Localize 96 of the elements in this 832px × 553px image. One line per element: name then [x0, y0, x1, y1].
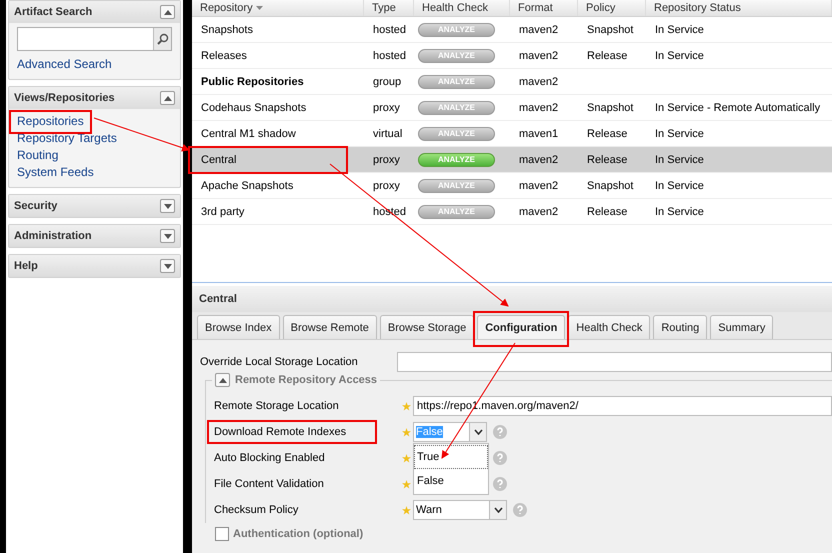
table-cell-text: Snapshot: [586, 102, 634, 114]
column-header[interactable]: Policy: [586, 1, 616, 15]
search-icon: [156, 33, 168, 45]
section-title: Authentication (optional): [233, 528, 364, 540]
panel-title: Central: [199, 293, 237, 305]
field-label: Auto Blocking Enabled: [214, 452, 326, 464]
tab[interactable]: Summary: [710, 315, 774, 339]
table-cell-text: In Service: [654, 128, 705, 140]
panel-toggle[interactable]: [160, 91, 175, 105]
tab[interactable]: Browse Index: [197, 315, 280, 339]
table-cell-text: proxy: [372, 180, 401, 192]
table-cell-text: In Service: [654, 154, 705, 166]
table-cell-text: hosted: [372, 50, 408, 62]
table-cell-text: Snapshots: [200, 24, 253, 36]
column-header[interactable]: Type: [372, 1, 396, 15]
field-label: Download Remote Indexes: [214, 426, 400, 438]
table-cell-text: Central: [200, 154, 236, 166]
table-cell-text: Release: [586, 154, 628, 166]
collapse-icon: [218, 378, 226, 382]
table-cell-text: In Service: [654, 180, 705, 192]
section-title: Remote Repository Access: [235, 374, 378, 386]
table-cell-text: Codehaus Snapshots: [200, 102, 306, 114]
panel-title: Views/Repositories: [14, 92, 115, 104]
column-header[interactable]: Repository: [200, 1, 253, 15]
panel-title: Administration: [14, 230, 92, 242]
select-field[interactable]: Warn: [413, 500, 507, 520]
field-label: Override Local Storage Location: [200, 356, 359, 368]
field-label: Checksum Policy: [214, 504, 300, 516]
nav-link[interactable]: Advanced Search: [17, 56, 112, 73]
tab[interactable]: Configuration: [477, 315, 566, 339]
panel-title: Artifact Search: [14, 6, 92, 18]
table-cell-text: maven1: [518, 128, 560, 140]
table-cell-text: maven2: [518, 102, 560, 114]
search-field[interactable]: [17, 27, 172, 51]
field-label: File Content Validation: [214, 478, 325, 490]
nav-link[interactable]: Repositories: [17, 113, 84, 130]
section-toggle[interactable]: [215, 373, 230, 387]
panel-title: Security: [14, 200, 58, 212]
table-cell-text: group: [372, 76, 402, 88]
select-value: False: [416, 426, 443, 438]
panel-toggle[interactable]: [160, 5, 175, 19]
field-label: Remote Storage Location: [214, 400, 340, 412]
table-cell-text: In Service: [654, 50, 705, 62]
column-header[interactable]: Format: [518, 1, 553, 15]
table-cell-text: 3rd party: [200, 206, 244, 218]
checkbox[interactable]: [215, 527, 229, 541]
panel-title: Help: [14, 260, 38, 272]
table-cell-text: In Service - Remote Automatically: [654, 102, 822, 114]
tab[interactable]: Browse Remote: [282, 315, 377, 339]
table-cell-text: In Service: [654, 24, 705, 36]
table-cell-text: Public Repositories: [200, 76, 304, 88]
collapse-icon: [164, 96, 172, 100]
tab[interactable]: Browse Storage: [380, 315, 474, 339]
expand-icon: [164, 234, 172, 238]
tab[interactable]: Routing: [653, 315, 708, 339]
table-cell-text: maven2: [518, 24, 560, 36]
table-cell-text: Central M1 shadow: [200, 128, 296, 140]
table-cell-text: virtual: [372, 128, 404, 140]
table-cell-text: Snapshot: [586, 180, 634, 192]
table-cell-text: maven2: [518, 154, 560, 166]
table-cell-text: In Service: [654, 206, 705, 218]
sort-icon: [256, 6, 263, 10]
search-button[interactable]: [153, 28, 171, 50]
input-field[interactable]: [397, 352, 832, 372]
select-value: Warn: [416, 504, 442, 516]
chevron-icon: [494, 507, 502, 513]
table-cell-text: maven2: [518, 206, 560, 218]
panel-toggle[interactable]: [160, 199, 175, 213]
expand-icon: [164, 264, 172, 268]
dropdown-option[interactable]: False: [414, 469, 488, 493]
nav-link[interactable]: Routing: [17, 147, 58, 164]
table-cell-text: Releases: [200, 50, 247, 62]
nav-link[interactable]: System Feeds: [17, 164, 94, 181]
table-cell-text: Release: [586, 50, 628, 62]
table-cell-text: Release: [586, 128, 628, 140]
panel-toggle[interactable]: [160, 259, 175, 273]
dropdown-button[interactable]: [469, 423, 486, 441]
table-cell-text: maven2: [518, 50, 560, 62]
chevron-icon: [474, 429, 482, 435]
column-header[interactable]: Repository Status: [654, 1, 741, 15]
table-cell-text: hosted: [372, 24, 408, 36]
table-cell-text: Apache Snapshots: [200, 180, 294, 192]
table-cell-text: proxy: [372, 102, 401, 114]
column-header[interactable]: Health Check: [422, 1, 488, 15]
tab[interactable]: Health Check: [568, 315, 650, 339]
table-cell-text: Release: [586, 206, 628, 218]
dropdown-button[interactable]: [489, 501, 506, 519]
table-cell-text: Snapshot: [586, 24, 634, 36]
collapse-icon: [164, 10, 172, 14]
dropdown-option[interactable]: True: [414, 445, 488, 469]
table-cell-text: proxy: [372, 154, 401, 166]
expand-icon: [164, 204, 172, 208]
table-cell-text: maven2: [518, 76, 560, 88]
table-cell-text: maven2: [518, 180, 560, 192]
nav-link[interactable]: Repository Targets: [17, 130, 117, 147]
panel-toggle[interactable]: [160, 229, 175, 243]
